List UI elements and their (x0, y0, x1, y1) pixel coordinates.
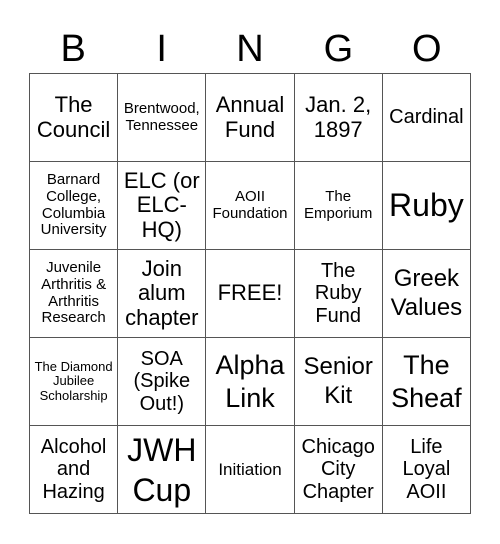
bingo-cell[interactable]: Greek Values (382, 250, 471, 338)
free-space-cell[interactable]: FREE! (206, 250, 295, 338)
bingo-header: B I N G O (29, 26, 471, 72)
bingo-cell[interactable]: The Ruby Fund (294, 250, 383, 338)
bingo-cell[interactable]: Alpha Link (206, 338, 295, 426)
header-letter-g: G (323, 28, 354, 70)
header-letter-i: I (156, 28, 167, 70)
bingo-cell[interactable]: ELC (or ELC-HQ) (118, 162, 207, 250)
header-letter-n: N (236, 28, 264, 70)
bingo-cell[interactable]: Barnard College, Columbia University (30, 162, 119, 250)
bingo-cell[interactable]: AOII Foundation (206, 162, 295, 250)
bingo-cell[interactable]: Brentwood, Tennessee (118, 74, 207, 162)
bingo-cell[interactable]: Ruby (382, 162, 471, 250)
bingo-cell[interactable]: Alcohol and Hazing (30, 426, 119, 514)
header-letter-o: O (412, 28, 442, 70)
bingo-cell[interactable]: SOA (Spike Out!) (118, 338, 207, 426)
header-letter-b: B (60, 28, 86, 70)
bingo-cell[interactable]: The Sheaf (382, 338, 471, 426)
bingo-card-grid: The Council Brentwood, Tennessee Annual … (29, 73, 471, 514)
bingo-cell[interactable]: The Emporium (294, 162, 383, 250)
bingo-cell[interactable]: The Diamond Jubilee Scholarship (30, 338, 119, 426)
bingo-cell[interactable]: Life Loyal AOII (382, 426, 471, 514)
bingo-cell[interactable]: Cardinal (382, 74, 471, 162)
bingo-cell[interactable]: JWH Cup (118, 426, 207, 514)
bingo-cell[interactable]: Juvenile Arthritis & Arthritis Research (30, 250, 119, 338)
bingo-cell[interactable]: Jan. 2, 1897 (294, 74, 383, 162)
bingo-cell[interactable]: Join alum chapter (118, 250, 207, 338)
bingo-cell[interactable]: Senior Kit (294, 338, 383, 426)
bingo-cell[interactable]: Initiation (206, 426, 295, 514)
bingo-cell[interactable]: Chicago City Chapter (294, 426, 383, 514)
bingo-cell[interactable]: The Council (30, 74, 119, 162)
bingo-cell[interactable]: Annual Fund (206, 74, 295, 162)
